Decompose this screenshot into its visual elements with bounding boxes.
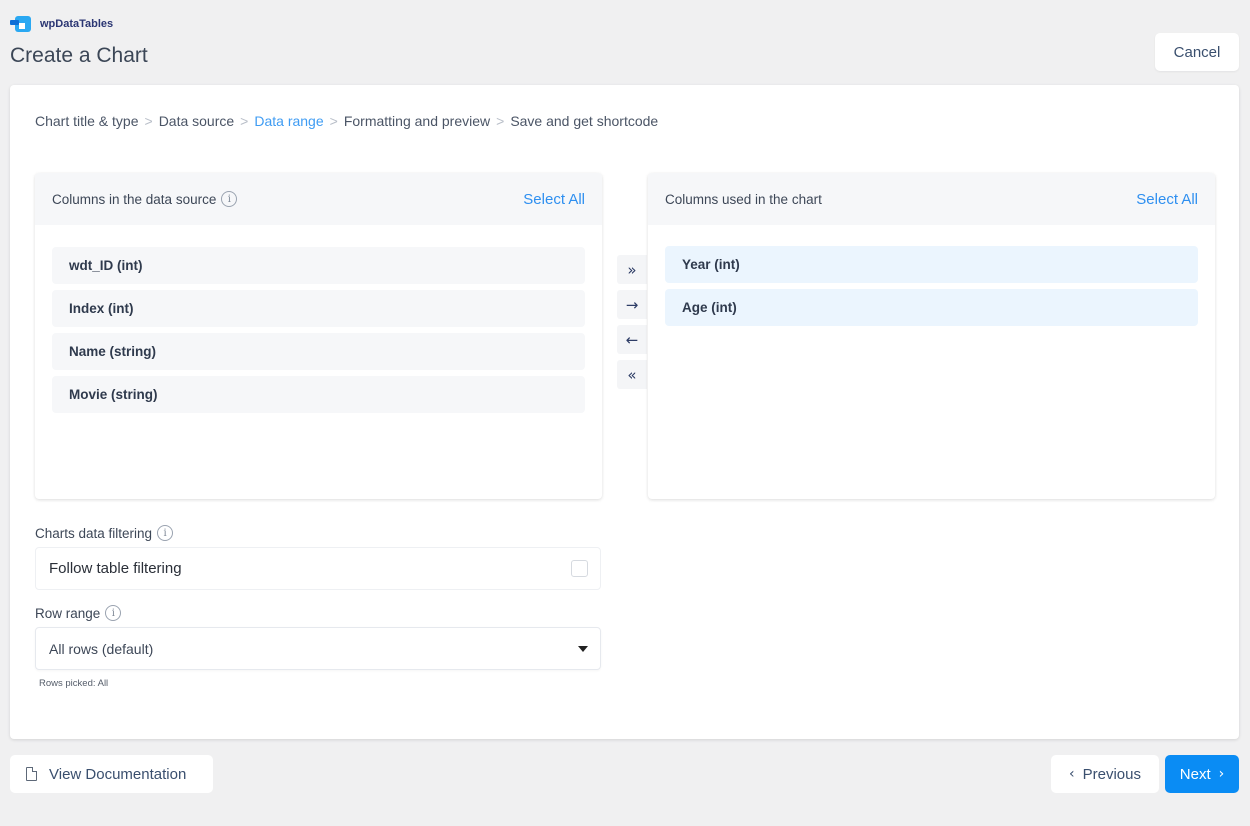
chart-column-item[interactable]: Year (int)	[665, 246, 1198, 283]
view-documentation-label: View Documentation	[49, 765, 187, 783]
breadcrumb-step-data-source[interactable]: Data source	[159, 113, 234, 129]
rows-picked-hint: Rows picked: All	[39, 678, 109, 689]
row-range-label-row: Row range i	[35, 605, 122, 621]
brand-name: wpDataTables	[40, 18, 114, 30]
source-columns-panel: Columns in the data source i Select All …	[35, 173, 602, 499]
breadcrumb: Chart title & type > Data source > Data …	[35, 113, 658, 129]
chevron-right-icon: ›	[1218, 766, 1225, 782]
breadcrumb-separator: >	[144, 113, 153, 129]
view-documentation-button[interactable]: View Documentation	[10, 755, 213, 793]
breadcrumb-step-chart-title-type[interactable]: Chart title & type	[35, 113, 139, 129]
info-icon[interactable]: i	[105, 605, 122, 621]
wizard-card: Chart title & type > Data source > Data …	[10, 85, 1239, 739]
document-icon	[26, 767, 37, 781]
chevron-left-icon: ‹	[1069, 766, 1075, 782]
source-columns-list: wdt_ID (int) Index (int) Name (string) M…	[35, 225, 602, 413]
add-column-button[interactable]: →	[617, 290, 647, 319]
breadcrumb-step-formatting-preview[interactable]: Formatting and preview	[344, 113, 490, 129]
source-select-all-link[interactable]: Select All	[523, 191, 585, 208]
info-icon[interactable]: i	[157, 525, 174, 541]
chart-select-all-link[interactable]: Select All	[1136, 191, 1198, 208]
source-column-item[interactable]: Name (string)	[52, 333, 585, 370]
page-title: Create a Chart	[10, 44, 148, 67]
breadcrumb-separator: >	[240, 113, 249, 129]
filtering-label: Charts data filtering	[35, 525, 153, 541]
app-brand: wpDataTables	[10, 16, 113, 32]
breadcrumb-separator: >	[329, 113, 338, 129]
caret-down-icon	[578, 645, 588, 652]
cancel-button[interactable]: Cancel	[1155, 33, 1239, 71]
source-panel-header: Columns in the data source i Select All	[35, 173, 602, 225]
follow-table-filtering-checkbox[interactable]	[571, 560, 588, 577]
source-column-item[interactable]: Movie (string)	[52, 376, 585, 413]
previous-button[interactable]: ‹ Previous	[1051, 755, 1159, 793]
add-all-columns-button[interactable]: »	[617, 255, 647, 284]
chart-column-item[interactable]: Age (int)	[665, 289, 1198, 326]
breadcrumb-step-data-range[interactable]: Data range	[254, 113, 323, 129]
wpdatatables-logo-icon	[10, 16, 32, 32]
remove-column-button[interactable]: ←	[617, 325, 647, 354]
follow-table-filtering-label: Follow table filtering	[49, 560, 182, 577]
chart-columns-list: Year (int) Age (int)	[648, 225, 1215, 326]
chart-panel-title: Columns used in the chart	[665, 191, 822, 207]
breadcrumb-separator: >	[496, 113, 505, 129]
transfer-controls: » → ← «	[617, 255, 647, 389]
filtering-label-row: Charts data filtering i	[35, 525, 174, 541]
chart-panel-header: Columns used in the chart Select All	[648, 173, 1215, 225]
source-column-item[interactable]: Index (int)	[52, 290, 585, 327]
row-range-selected-value: All rows (default)	[49, 640, 154, 657]
follow-table-filtering-option[interactable]: Follow table filtering	[35, 547, 601, 590]
breadcrumb-step-save-shortcode[interactable]: Save and get shortcode	[510, 113, 658, 129]
source-column-item[interactable]: wdt_ID (int)	[52, 247, 585, 284]
next-button[interactable]: Next ›	[1165, 755, 1239, 793]
remove-all-columns-button[interactable]: «	[617, 360, 647, 389]
row-range-select[interactable]: All rows (default)	[35, 627, 601, 670]
row-range-label: Row range	[35, 605, 101, 621]
info-icon[interactable]: i	[221, 191, 238, 207]
next-label: Next	[1179, 765, 1211, 783]
previous-label: Previous	[1082, 765, 1141, 783]
source-panel-title: Columns in the data source	[52, 191, 217, 207]
chart-columns-panel: Columns used in the chart Select All Yea…	[648, 173, 1215, 499]
